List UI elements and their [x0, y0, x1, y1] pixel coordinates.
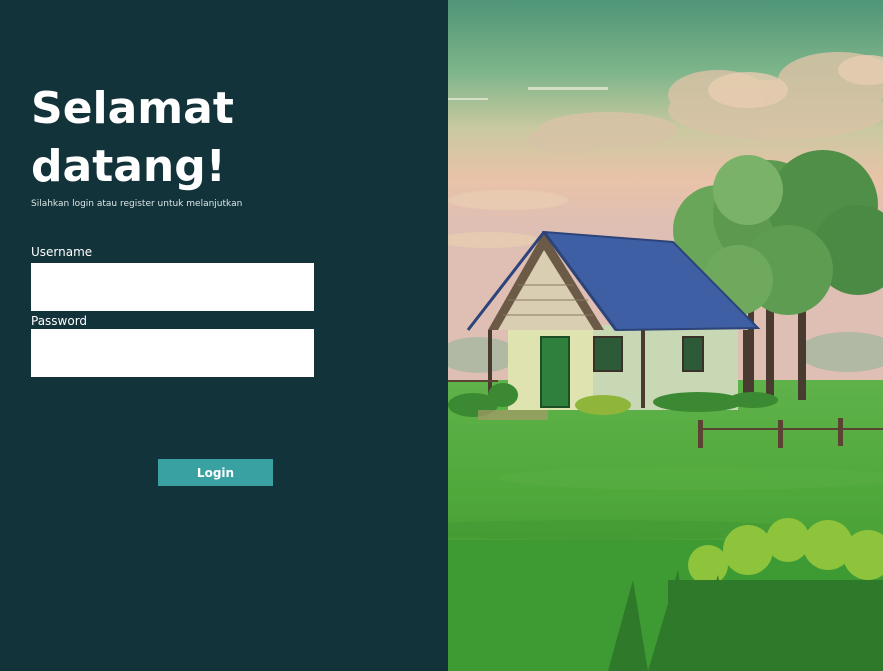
username-input[interactable]: [31, 263, 314, 311]
welcome-subtitle: Silahkan login atau register untuk melan…: [31, 199, 243, 209]
welcome-heading-line2: datang!: [31, 141, 226, 192]
password-label: Password: [31, 314, 88, 328]
welcome-heading: Selamat datang!: [31, 80, 234, 196]
password-input[interactable]: [31, 329, 314, 377]
welcome-heading-line1: Selamat: [31, 83, 234, 134]
countryside-house-illustration: [448, 0, 883, 671]
username-label: Username: [31, 245, 93, 259]
login-button[interactable]: Login: [158, 459, 273, 486]
login-panel: Selamat datang! Silahkan login atau regi…: [0, 0, 448, 671]
